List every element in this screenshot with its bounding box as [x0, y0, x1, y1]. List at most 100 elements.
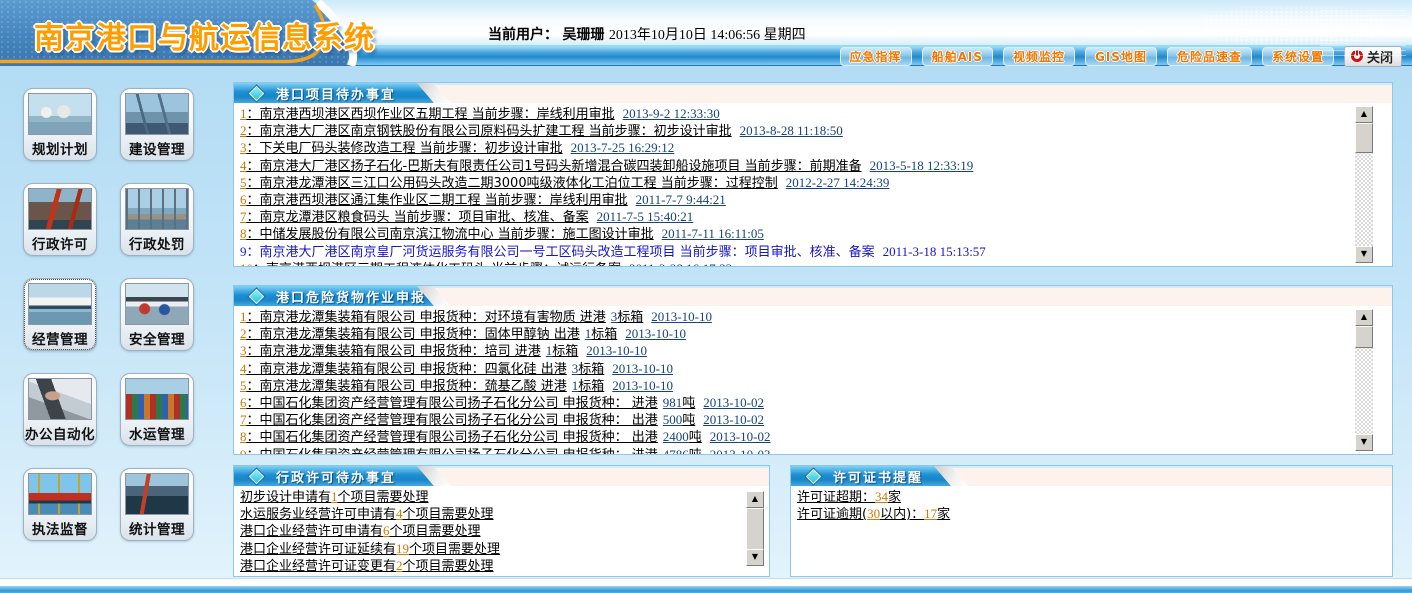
- list-item[interactable]: 3：下关电厂码头装修改造工程 当前步骤：初步设计审批2013-7-25 16:2…: [240, 140, 1350, 157]
- admin-permit-photo: [28, 188, 92, 230]
- panel-header-bar: 许可证书提醒: [791, 466, 951, 486]
- list-item[interactable]: 许可证超期：34家: [797, 489, 1350, 506]
- panel-license-reminder: 许可证书提醒 许可证超期：34家 许可证逾期(30以内)：17家: [790, 465, 1393, 577]
- nav-emergency-command-button[interactable]: 应急指挥: [840, 47, 912, 66]
- panel-header-row: 港口项目待办事宜: [234, 83, 1392, 103]
- diamond-icon: [806, 468, 822, 484]
- list-item[interactable]: 7：中国石化集团资产经营管理有限公司扬子石化分公司 申报货种： 出港500吨20…: [240, 412, 1350, 429]
- scroll-up-button[interactable]: ▲: [1355, 309, 1373, 326]
- nav-video-monitor-button[interactable]: 视频监控: [1003, 47, 1075, 66]
- footer-divider: [0, 578, 1412, 586]
- panel-title: 港口危险货物作业申报: [276, 287, 426, 306]
- panel-body: 初步设计申请有1个项目需要处理 水运服务业经营许可申请有4个项目需要处理 港口企…: [234, 486, 769, 576]
- footer-bar: [0, 586, 1412, 593]
- sidebar-item-admin-permit[interactable]: 行政许可: [23, 183, 97, 256]
- sidebar-item-label: 办公自动化: [25, 423, 95, 443]
- scrollbar[interactable]: ▲ ▼: [746, 491, 764, 566]
- sidebar-item-planning[interactable]: 规划计划: [23, 88, 97, 161]
- scrollbar[interactable]: ▲ ▼: [1355, 309, 1373, 451]
- scrollbar[interactable]: ▲ ▼: [1355, 106, 1373, 263]
- list-item[interactable]: 初步设计申请有1个项目需要处理: [240, 489, 727, 506]
- water-transport-photo: [125, 378, 189, 420]
- panel-header-bar: 行政许可待办事宜: [234, 466, 434, 486]
- current-user-label: 当前用户：: [488, 27, 558, 43]
- panel-header-row: 港口危险货物作业申报: [234, 286, 1392, 306]
- law-enforcement-photo: [28, 473, 92, 515]
- list-item[interactable]: 1：南京港龙潭集装箱有限公司 申报货种：对环境有害物质 进港3标箱2013-10…: [240, 309, 1350, 326]
- scroll-up-button[interactable]: ▲: [746, 491, 764, 508]
- scroll-up-button[interactable]: ▲: [1355, 106, 1373, 123]
- list-item[interactable]: 许可证逾期(30以内)：17家: [797, 506, 1350, 523]
- list-item[interactable]: 港口企业经营许可申请有6个项目需要处理: [240, 523, 727, 540]
- sidebar-item-label: 安全管理: [129, 328, 185, 348]
- sidebar-item-label: 水运管理: [129, 423, 185, 443]
- sidebar-item-water-transport[interactable]: 水运管理: [120, 373, 194, 446]
- scroll-down-button[interactable]: ▼: [1355, 434, 1373, 451]
- app-title: 南京港口与航运信息系统: [34, 13, 375, 57]
- panel-header-row: 行政许可待办事宜: [234, 466, 769, 486]
- office-automation-photo: [28, 378, 92, 420]
- scroll-down-button[interactable]: ▼: [746, 549, 764, 566]
- panel-header-bar: 港口项目待办事宜: [234, 83, 434, 103]
- panel-body: 许可证超期：34家 许可证逾期(30以内)：17家: [791, 486, 1392, 576]
- panel-admin-permit-todo: 行政许可待办事宜 初步设计申请有1个项目需要处理 水运服务业经营许可申请有4个项…: [233, 465, 770, 577]
- nav-dangerous-goods-lookup-button[interactable]: 危险品速查: [1167, 47, 1252, 66]
- decorative-line-pattern: [1320, 10, 1406, 56]
- operation-management-photo: [28, 283, 92, 325]
- sidebar-item-admin-penalty[interactable]: 行政处罚: [120, 183, 194, 256]
- list-item[interactable]: 9：中国石化集团资产经营管理有限公司扬子石化分公司 申报货种： 进港4786吨2…: [240, 447, 1350, 454]
- sidebar-item-label: 统计管理: [129, 518, 185, 538]
- list-item[interactable]: 6：中国石化集团资产经营管理有限公司扬子石化分公司 申报货种： 进港981吨20…: [240, 395, 1350, 412]
- scroll-down-button[interactable]: ▼: [1355, 246, 1373, 263]
- list-item[interactable]: 2：南京港龙潭集装箱有限公司 申报货种：固体甲醇钠 出港1标箱2013-10-1…: [240, 326, 1350, 343]
- statistics-photo: [125, 473, 189, 515]
- panel-title: 行政许可待办事宜: [276, 467, 396, 486]
- list-item[interactable]: 2：南京港大厂港区南京钢铁股份有限公司原料码头扩建工程 当前步骤：初步设计审批2…: [240, 123, 1350, 140]
- header: 南京港口与航运信息系统 当前用户： 吴珊珊 2013年10月10日 14:06:…: [0, 0, 1412, 66]
- sidebar-item-label: 执法监督: [32, 518, 88, 538]
- nav-gis-map-button[interactable]: GIS地图: [1085, 47, 1157, 66]
- panel-title: 许可证书提醒: [833, 467, 923, 486]
- panel-body: 1：南京港龙潭集装箱有限公司 申报货种：对环境有害物质 进港3标箱2013-10…: [234, 306, 1392, 454]
- planning-photo: [28, 93, 92, 135]
- list-item[interactable]: 3：南京港龙潭集装箱有限公司 申报货种：培司 进港1标箱2013-10-10: [240, 343, 1350, 360]
- list-item[interactable]: 5：南京港龙潭港区三江口公用码头改造二期3000吨级液体化工泊位工程 当前步骤：…: [240, 175, 1350, 192]
- list-item[interactable]: 6：南京港西坝港区通江集作业区二期工程 当前步骤：岸线利用审批2011-7-7 …: [240, 192, 1350, 209]
- current-user-name: 吴珊珊: [562, 27, 604, 43]
- construction-photo: [125, 93, 189, 135]
- user-bar: 当前用户： 吴珊珊 2013年10月10日 14:06:56 星期四: [488, 24, 806, 44]
- list-item[interactable]: 8：中储发展股份有限公司南京滨江物流中心 当前步骤：施工图设计审批2011-7-…: [240, 226, 1350, 243]
- list-item[interactable]: 1：南京港西坝港区西坝作业区五期工程 当前步骤：岸线利用审批2013-9-2 1…: [240, 106, 1350, 123]
- panel-dangerous-cargo-declaration: 港口危险货物作业申报 1：南京港龙潭集装箱有限公司 申报货种：对环境有害物质 进…: [233, 285, 1393, 455]
- sidebar-item-operation-management[interactable]: 经营管理: [23, 278, 97, 351]
- diamond-icon: [249, 288, 265, 304]
- diamond-icon: [249, 468, 265, 484]
- list-item[interactable]: 港口企业经营许可证变更有2个项目需要处理: [240, 558, 727, 575]
- sidebar-item-safety-management[interactable]: 安全管理: [120, 278, 194, 351]
- sidebar-item-statistics[interactable]: 统计管理: [120, 468, 194, 541]
- list-item[interactable]: 港口企业经营许可证延续有19个项目需要处理: [240, 541, 727, 558]
- panel-header-row: 许可证书提醒: [791, 466, 1392, 486]
- sidebar-item-label: 经营管理: [32, 328, 88, 348]
- scroll-thumb[interactable]: [1355, 326, 1373, 348]
- sidebar-item-law-enforcement[interactable]: 执法监督: [23, 468, 97, 541]
- panel-port-projects-todo: 港口项目待办事宜 1：南京港西坝港区西坝作业区五期工程 当前步骤：岸线利用审批2…: [233, 82, 1393, 267]
- sidebar-item-label: 建设管理: [129, 138, 185, 158]
- list-item[interactable]: 10：南京港西坝港区三期工程液体化工码头 当前步骤：试运行备案2011-2-28…: [240, 261, 1350, 266]
- panel-header-bar: 港口危险货物作业申报: [234, 286, 434, 306]
- sidebar-item-construction[interactable]: 建设管理: [120, 88, 194, 161]
- list-item-highlighted[interactable]: 9：南京港大厂港区南京皇厂河货运服务有限公司一号工区码头改造工程项目 当前步骤：…: [240, 244, 1350, 261]
- list-item[interactable]: 4：南京港大厂港区扬子石化-巴斯夫有限责任公司1号码头新增混合碳四装卸船设施项目…: [240, 158, 1350, 175]
- safety-management-photo: [125, 283, 189, 325]
- sidebar: 规划计划 建设管理 行政许可 行政处罚 经营管理 安全管理 办公自动化 水运管: [0, 66, 228, 578]
- list-item[interactable]: 8：中国石化集团资产经营管理有限公司扬子石化分公司 申报货种： 出港2400吨2…: [240, 429, 1350, 446]
- list-item[interactable]: 5：南京港龙潭集装箱有限公司 申报货种：巯基乙酸 进港1标箱2013-10-10: [240, 378, 1350, 395]
- list-item[interactable]: 水运服务业经营许可申请有4个项目需要处理: [240, 506, 727, 523]
- nav-ship-ais-button[interactable]: 船舶AIS: [922, 47, 993, 66]
- list-item[interactable]: 4：南京港龙潭集装箱有限公司 申报货种：四氯化硅 出港3标箱2013-10-10: [240, 361, 1350, 378]
- sidebar-item-label: 行政许可: [32, 233, 88, 253]
- scroll-thumb[interactable]: [1355, 123, 1373, 153]
- sidebar-item-office-automation[interactable]: 办公自动化: [23, 373, 97, 446]
- sidebar-item-label: 规划计划: [32, 138, 88, 158]
- list-item[interactable]: 7：南京龙潭港区粮食码头 当前步骤：项目审批、核准、备案2011-7-5 15:…: [240, 209, 1350, 226]
